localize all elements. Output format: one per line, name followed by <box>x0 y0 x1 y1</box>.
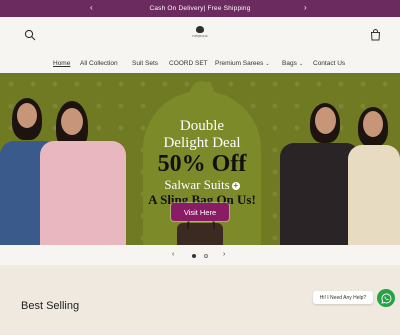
nav-item-premium-sarees[interactable]: Premium Sarees ⌄ <box>215 60 270 67</box>
model-image-4 <box>346 73 400 245</box>
nav-item-home[interactable]: Home <box>53 60 70 67</box>
chat-prompt[interactable]: Hi! I Need Any Help? <box>313 291 373 304</box>
nav-item-coord-set[interactable]: COORD SET <box>169 60 208 67</box>
hero-line-4-text: Salwar Suits <box>164 177 230 192</box>
search-icon[interactable] <box>24 29 36 41</box>
nav-item-bags-label: Bags <box>282 60 297 67</box>
section-title: Best Selling <box>21 300 80 312</box>
plus-icon: + <box>231 181 240 191</box>
hero-line-2: Delight Deal <box>163 135 241 151</box>
site-header: ISHQBOOK Home All Collection Suit Sets C… <box>0 17 400 72</box>
announcement-bar: ‹ Cash On Delivery| Free Shipping › <box>0 0 400 17</box>
sling-bag-image <box>177 213 223 245</box>
whatsapp-button[interactable] <box>377 289 395 307</box>
site-logo[interactable]: ISHQBOOK <box>189 26 211 42</box>
announcement-next-arrow[interactable]: › <box>304 3 307 12</box>
hero-line-4: Salwar Suits + <box>143 177 261 193</box>
carousel-dot-2[interactable] <box>204 254 208 258</box>
nav-item-suit-sets[interactable]: Suit Sets <box>132 60 158 67</box>
hero-discount: 50% Off <box>157 151 247 177</box>
announcement-prev-arrow[interactable]: ‹ <box>90 3 93 12</box>
carousel-controls: ‹ › <box>0 251 400 261</box>
logo-wordmark: ISHQBOOK <box>192 34 208 38</box>
announcement-text: Cash On Delivery| Free Shipping <box>149 5 251 12</box>
whatsapp-icon <box>380 293 391 304</box>
visit-here-button[interactable]: Visit Here <box>171 203 229 221</box>
carousel-prev-button[interactable]: ‹ <box>172 251 174 258</box>
nav-item-all-collection[interactable]: All Collection <box>80 60 118 67</box>
model-image-2 <box>36 73 132 245</box>
chevron-down-icon: ⌄ <box>265 61 270 67</box>
carousel-dot-1[interactable] <box>192 254 196 258</box>
hero-line-1: Double <box>179 118 225 134</box>
logo-mark-icon <box>196 26 204 33</box>
chevron-down-icon: ⌄ <box>298 61 304 67</box>
main-navigation: Home All Collection Suit Sets COORD SET … <box>0 60 400 70</box>
carousel-next-button[interactable]: › <box>223 251 225 258</box>
nav-item-premium-sarees-label: Premium Sarees <box>215 60 264 67</box>
nav-item-contact-us[interactable]: Contact Us <box>313 60 345 67</box>
nav-item-bags[interactable]: Bags ⌄ <box>282 60 303 67</box>
cart-icon[interactable] <box>370 29 381 41</box>
